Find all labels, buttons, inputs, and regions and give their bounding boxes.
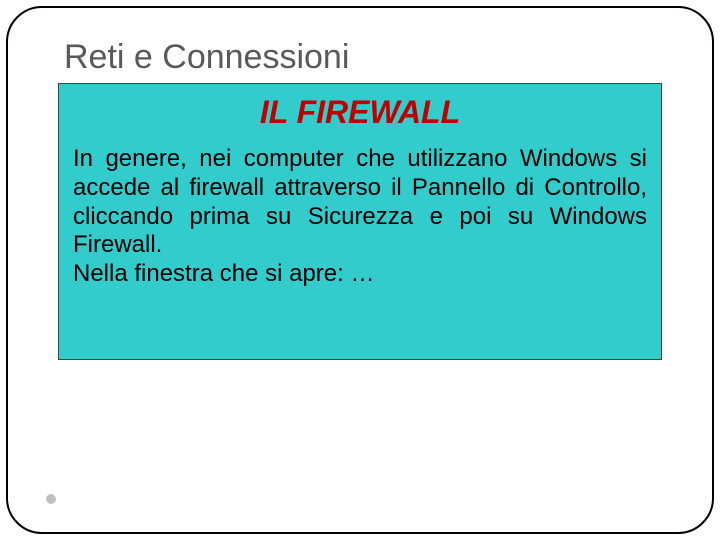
slide-frame: Reti e Connessioni IL FIREWALL In genere… — [6, 6, 714, 534]
content-box: IL FIREWALL In genere, nei computer che … — [58, 83, 662, 360]
slide-heading: Reti e Connessioni — [58, 38, 662, 77]
slide-body-text: In genere, nei computer che utilizzano W… — [73, 145, 647, 289]
slide-subtitle: IL FIREWALL — [73, 94, 647, 131]
footer-dot-icon — [46, 494, 56, 504]
